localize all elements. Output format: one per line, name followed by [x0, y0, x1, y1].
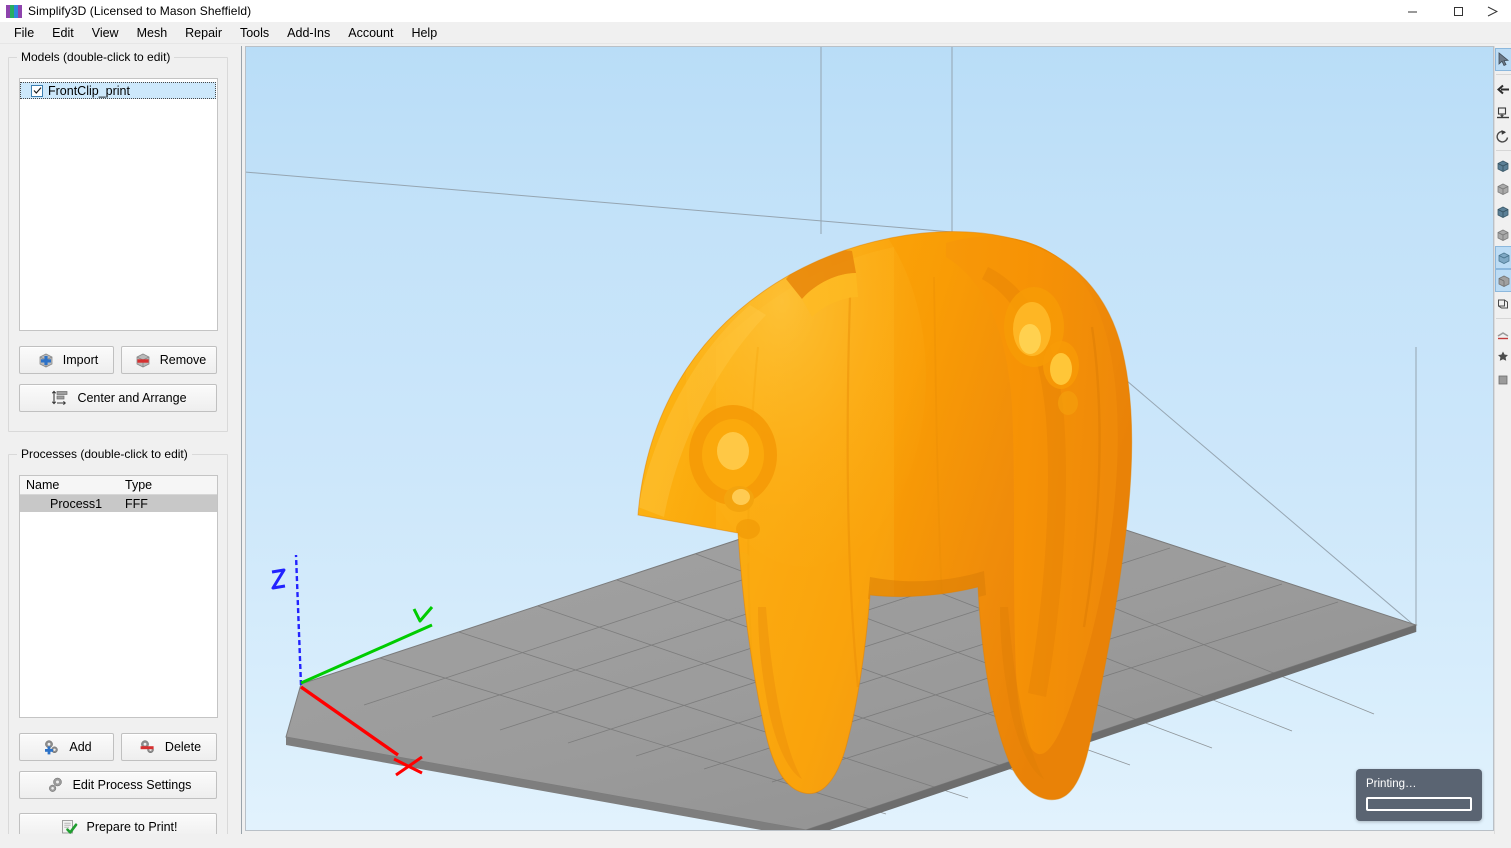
model-checkbox[interactable]	[31, 84, 43, 97]
remove-button[interactable]: Remove	[121, 346, 217, 374]
align-arrange-icon	[49, 388, 71, 408]
view-bottom-tool[interactable]	[1495, 269, 1511, 292]
processes-column-name: Name	[26, 478, 60, 492]
add-process-button[interactable]: Add	[19, 733, 114, 761]
maximize-button[interactable]	[1435, 0, 1481, 22]
process-name-cell: Process1	[50, 496, 103, 511]
panel-splitter[interactable]	[236, 46, 245, 834]
3d-viewport[interactable]: Printing…	[245, 46, 1494, 831]
app-window: Simplify3D (Licensed to Mason Sheffield)…	[0, 0, 1511, 848]
processes-table[interactable]: Name Type Process1 FFF	[19, 475, 218, 718]
menu-help[interactable]: Help	[402, 23, 446, 43]
menu-bar: File Edit View Mesh Repair Tools Add-Ins…	[0, 22, 1511, 44]
toolbar-separator	[1496, 150, 1511, 151]
pan-tool[interactable]	[1495, 78, 1511, 101]
gears-icon	[45, 775, 67, 795]
menu-file[interactable]: File	[5, 23, 43, 43]
window-bottom-strip	[0, 834, 1511, 848]
minimize-button[interactable]	[1389, 0, 1435, 22]
models-list[interactable]: FrontClip_print	[19, 78, 218, 331]
processes-group: Processes (double-click to edit) Name Ty…	[8, 447, 228, 841]
left-control-panel: Models (double-click to edit) FrontClip_…	[0, 46, 236, 848]
prepare-to-print-label: Prepare to Print!	[86, 820, 178, 834]
remove-button-label: Remove	[159, 353, 207, 367]
toolbar-separator	[1496, 74, 1511, 75]
edit-process-settings-button[interactable]: Edit Process Settings	[19, 771, 217, 799]
printing-progress-bar	[1366, 797, 1472, 811]
close-button[interactable]	[1481, 0, 1511, 22]
import-button-label: Import	[62, 353, 99, 367]
model-list-item-label: FrontClip_print	[48, 83, 130, 98]
gears-plus-icon	[41, 737, 63, 757]
models-group-title: Models (double-click to edit)	[17, 50, 175, 64]
cross-section-tool[interactable]	[1495, 322, 1511, 345]
right-tool-toolbar	[1494, 46, 1511, 834]
view-back-tool[interactable]	[1495, 177, 1511, 200]
table-row[interactable]: Process1 FFF	[20, 495, 217, 512]
import-button[interactable]: Import	[19, 346, 114, 374]
edit-process-settings-label: Edit Process Settings	[72, 778, 192, 792]
simplify3d-logo-icon	[6, 4, 22, 18]
delete-process-label: Delete	[164, 740, 202, 754]
menu-tools[interactable]: Tools	[231, 23, 278, 43]
select-tool[interactable]	[1495, 48, 1511, 71]
model-list-item[interactable]: FrontClip_print	[20, 82, 216, 99]
place-surface-tool[interactable]	[1495, 101, 1511, 124]
z-axis-label	[271, 568, 286, 590]
center-and-arrange-button[interactable]: Center and Arrange	[19, 384, 217, 412]
window-controls	[1389, 0, 1511, 22]
window-title: Simplify3D (Licensed to Mason Sheffield)	[28, 4, 252, 18]
menu-repair[interactable]: Repair	[176, 23, 231, 43]
add-process-label: Add	[69, 740, 92, 754]
processes-group-title: Processes (double-click to edit)	[17, 447, 192, 461]
view-right-tool[interactable]	[1495, 223, 1511, 246]
cube-minus-icon	[132, 350, 154, 370]
delete-process-button[interactable]: Delete	[121, 733, 217, 761]
viewport-canvas	[246, 47, 1418, 830]
view-left-tool[interactable]	[1495, 200, 1511, 223]
title-bar: Simplify3D (Licensed to Mason Sheffield)	[0, 0, 1511, 22]
menu-view[interactable]: View	[83, 23, 128, 43]
support-structure-tool[interactable]	[1495, 345, 1511, 368]
rotate-tool[interactable]	[1495, 124, 1511, 147]
menu-account[interactable]: Account	[339, 23, 402, 43]
y-axis-label	[412, 606, 434, 623]
models-group: Models (double-click to edit) FrontClip_…	[8, 50, 228, 432]
processes-column-type: Type	[125, 478, 153, 492]
menu-mesh[interactable]: Mesh	[128, 23, 177, 43]
center-and-arrange-label: Center and Arrange	[77, 391, 187, 405]
z-axis-line	[294, 554, 303, 686]
cube-plus-icon	[35, 350, 57, 370]
process-type-cell: FFF	[125, 496, 148, 511]
gears-minus-icon	[137, 737, 159, 757]
viewport-scene	[246, 47, 1493, 830]
view-iso-tool[interactable]	[1495, 292, 1511, 315]
view-top-tool[interactable]	[1495, 246, 1511, 269]
toolbar-separator	[1496, 318, 1511, 319]
processes-table-header: Name Type	[20, 476, 217, 495]
settings-tool[interactable]	[1495, 368, 1511, 391]
menu-edit[interactable]: Edit	[43, 23, 83, 43]
printing-status-panel: Printing…	[1356, 769, 1482, 821]
menu-add-ins[interactable]: Add-Ins	[278, 23, 339, 43]
printing-status-label: Printing…	[1366, 778, 1417, 790]
view-front-tool[interactable]	[1495, 154, 1511, 177]
